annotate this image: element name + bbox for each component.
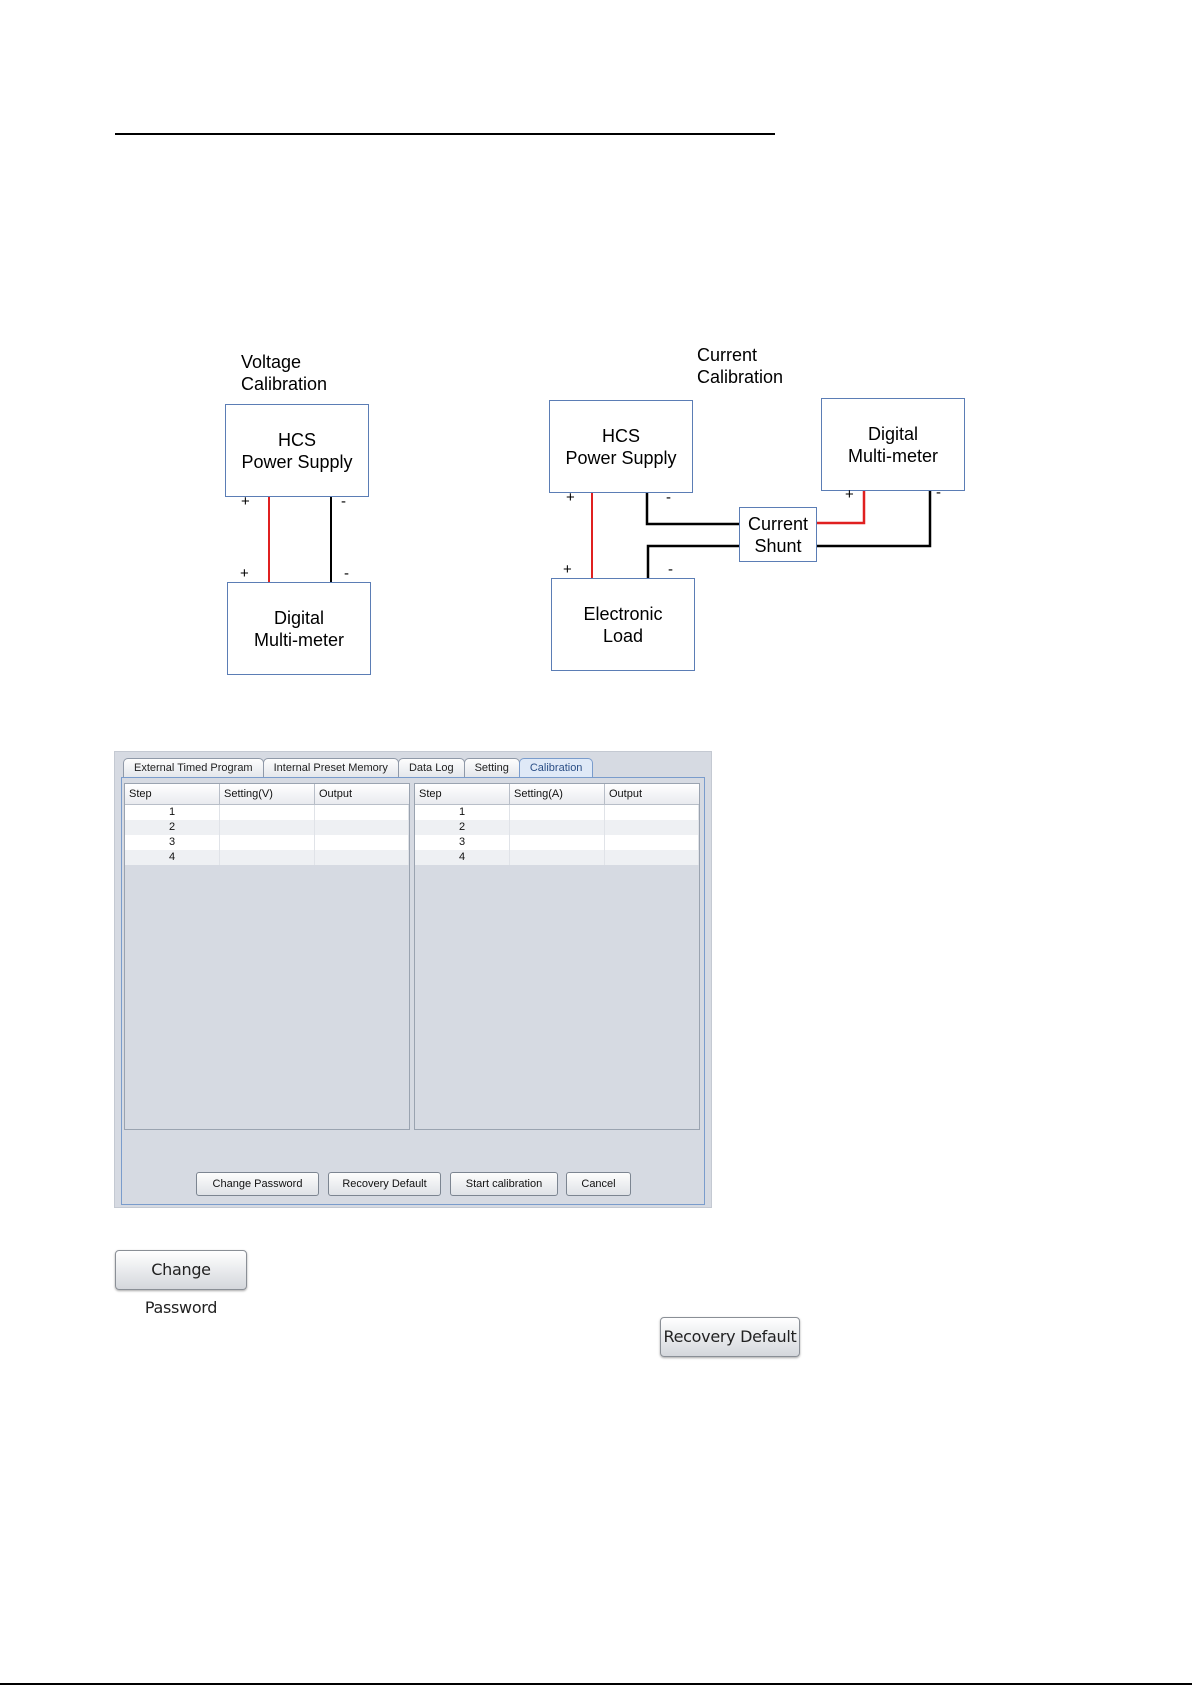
tab-calibration[interactable]: Calibration	[518, 758, 594, 779]
setting-cell[interactable]	[510, 820, 605, 835]
column-header-setting-v[interactable]: Setting(V)	[220, 784, 315, 804]
column-header-step[interactable]: Step	[415, 784, 510, 804]
shunt-to-meter-negative-wire	[816, 490, 932, 548]
setting-cell[interactable]	[510, 850, 605, 865]
setting-cell[interactable]	[220, 805, 315, 820]
box-line: Digital	[273, 607, 324, 628]
table-header: Step Setting(A) Output	[415, 784, 699, 805]
pin-minus: -	[936, 484, 941, 501]
step-cell: 3	[125, 835, 220, 850]
step-cell: 1	[125, 805, 220, 820]
load-to-shunt-wire	[646, 544, 739, 578]
output-cell	[605, 805, 699, 820]
current-calibration-table[interactable]: Step Setting(A) Output 1 2 3 4	[414, 783, 700, 1130]
voltage-calibration-table[interactable]: Step Setting(V) Output 1 2 3 4	[124, 783, 410, 1130]
box-line: Load	[602, 625, 644, 646]
table-row[interactable]: 4	[415, 850, 699, 865]
output-cell	[315, 835, 409, 850]
output-cell	[315, 820, 409, 835]
cancel-button[interactable]: Cancel	[566, 1172, 631, 1196]
column-header-output[interactable]: Output	[605, 784, 699, 804]
pin-plus: +	[241, 493, 250, 510]
box-line: Power Supply	[241, 451, 353, 472]
setting-cell[interactable]	[220, 820, 315, 835]
supply-to-shunt-wire	[645, 491, 739, 526]
box-line: Power Supply	[565, 447, 677, 468]
current-hcs-power-supply-box: HCS Power Supply	[549, 400, 693, 493]
voltage-digital-multimeter-box: Digital Multi-meter	[227, 582, 371, 675]
table-row[interactable]: 4	[125, 850, 409, 865]
setting-cell[interactable]	[220, 835, 315, 850]
box-line: HCS	[277, 429, 316, 450]
voltage-title-line1: Voltage	[241, 352, 302, 372]
electronic-load-box: Electronic Load	[551, 578, 695, 671]
shunt-to-meter-positive-wire	[816, 490, 866, 525]
step-cell: 2	[415, 820, 510, 835]
pin-minus: -	[341, 493, 346, 510]
recovery-default-button[interactable]: Recovery Default	[328, 1172, 441, 1196]
pin-minus: -	[666, 489, 671, 506]
table-row[interactable]: 1	[125, 805, 409, 820]
box-line: Shunt	[754, 535, 802, 556]
box-line: Current	[747, 513, 809, 534]
column-header-output[interactable]: Output	[315, 784, 409, 804]
voltage-title-line2: Calibration	[241, 374, 328, 394]
step-cell: 2	[125, 820, 220, 835]
start-calibration-button[interactable]: Start calibration	[450, 1172, 558, 1196]
pin-minus: -	[668, 561, 673, 578]
box-line: Multi-meter	[253, 629, 344, 650]
table-row[interactable]: 2	[415, 820, 699, 835]
step-cell: 3	[415, 835, 510, 850]
box-line: Digital	[867, 423, 918, 444]
setting-cell[interactable]	[220, 850, 315, 865]
change-password-button[interactable]: Change Password	[196, 1172, 319, 1196]
recovery-default-button-enlarged[interactable]: Recovery Default	[660, 1317, 800, 1357]
tab-bar: External Timed Program Internal Preset M…	[123, 758, 594, 779]
pin-plus: +	[566, 489, 575, 506]
voltage-calibration-title: Voltage Calibration	[241, 351, 327, 395]
table-row[interactable]: 1	[415, 805, 699, 820]
change-password-button-enlarged[interactable]: Change Password	[115, 1250, 247, 1317]
voltage-hcs-power-supply-box: HCS Power Supply	[225, 404, 369, 497]
column-header-setting-a[interactable]: Setting(A)	[510, 784, 605, 804]
step-cell: 1	[415, 805, 510, 820]
table-row[interactable]: 3	[415, 835, 699, 850]
output-cell	[315, 850, 409, 865]
current-title-line2: Calibration	[697, 367, 784, 387]
pin-minus: -	[344, 565, 349, 582]
setting-cell[interactable]	[510, 835, 605, 850]
calibration-window: External Timed Program Internal Preset M…	[114, 751, 712, 1208]
pin-plus: +	[563, 561, 572, 578]
tab-internal-preset-memory[interactable]: Internal Preset Memory	[262, 758, 399, 778]
current-shunt-box: Current Shunt	[739, 507, 817, 562]
output-cell	[605, 850, 699, 865]
current-digital-multimeter-box: Digital Multi-meter	[821, 398, 965, 491]
output-cell	[315, 805, 409, 820]
step-cell: 4	[125, 850, 220, 865]
setting-cell[interactable]	[510, 805, 605, 820]
step-cell: 4	[415, 850, 510, 865]
box-line: HCS	[601, 425, 640, 446]
box-line: Multi-meter	[847, 445, 938, 466]
calibration-tab-content: Step Setting(V) Output 1 2 3 4 Step Sett…	[121, 777, 705, 1205]
tab-external-timed-program[interactable]: External Timed Program	[123, 758, 264, 778]
tab-data-log[interactable]: Data Log	[397, 758, 465, 778]
pin-plus: +	[845, 486, 854, 503]
table-header: Step Setting(V) Output	[125, 784, 409, 805]
tab-setting[interactable]: Setting	[463, 758, 520, 778]
table-row[interactable]: 3	[125, 835, 409, 850]
box-line: Electronic	[583, 603, 663, 624]
current-calibration-title: Current Calibration	[697, 344, 783, 388]
table-row[interactable]: 2	[125, 820, 409, 835]
output-cell	[605, 820, 699, 835]
pin-plus: +	[240, 565, 249, 582]
column-header-step[interactable]: Step	[125, 784, 220, 804]
output-cell	[605, 835, 699, 850]
current-title-line1: Current	[697, 345, 758, 365]
